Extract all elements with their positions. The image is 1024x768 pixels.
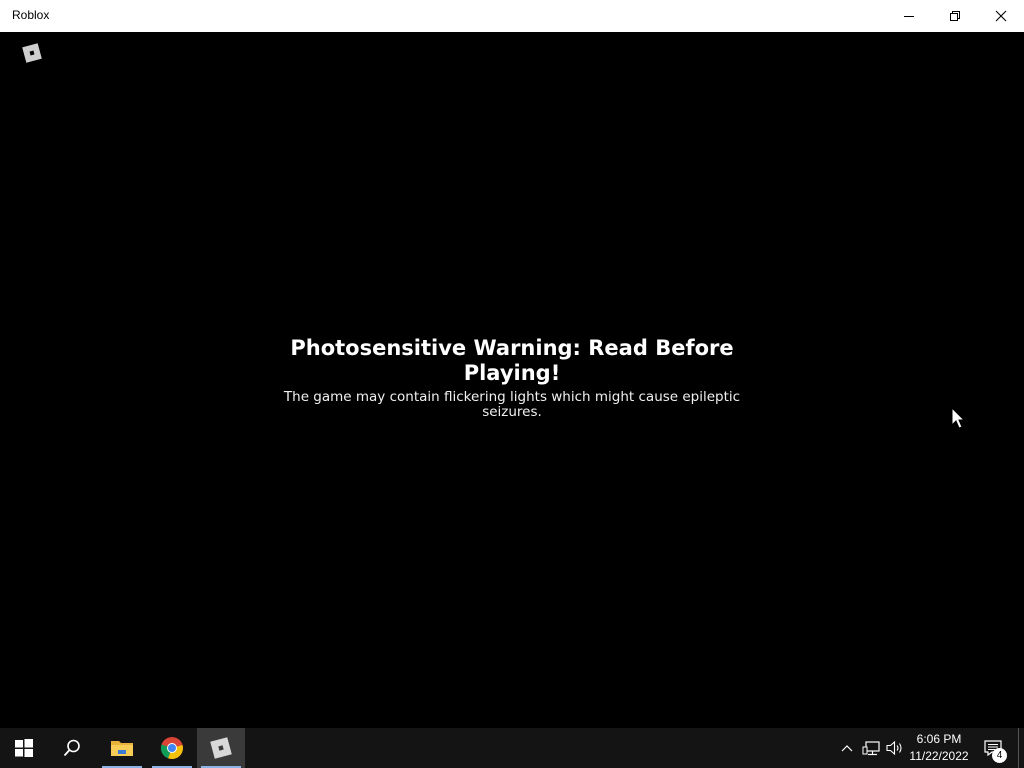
warning-headline: Photosensitive Warning: Read Before Play…: [290, 336, 734, 385]
warning-body: The game may contain flickering lights w…: [283, 389, 741, 420]
search-button[interactable]: [48, 728, 96, 768]
notification-count-badge: 4: [992, 748, 1007, 763]
volume-button[interactable]: [884, 728, 906, 768]
window-titlebar[interactable]: Roblox: [0, 0, 1024, 32]
close-icon: [995, 10, 1007, 22]
show-hidden-icons-button[interactable]: [836, 728, 858, 768]
search-icon: [63, 739, 80, 757]
minimize-button[interactable]: [886, 0, 932, 32]
chevron-up-icon: [841, 745, 853, 752]
minimize-icon: [904, 16, 914, 17]
taskbar-chrome[interactable]: [148, 728, 196, 768]
taskbar: 6:06 PM 11/22/2022: [0, 728, 1024, 768]
chrome-icon: [160, 737, 183, 760]
network-icon: [862, 741, 880, 756]
action-center-button[interactable]: [978, 728, 1008, 768]
volume-icon: [886, 740, 902, 756]
clock-date: 11/22/2022: [909, 749, 969, 763]
taskbar-roblox[interactable]: [197, 728, 245, 768]
restore-button[interactable]: [932, 0, 978, 32]
network-button[interactable]: [860, 728, 882, 768]
close-button[interactable]: [978, 0, 1024, 32]
clock-time: 6:06 PM: [916, 732, 962, 746]
show-desktop-button[interactable]: [1018, 728, 1024, 768]
taskbar-file-explorer[interactable]: [98, 728, 146, 768]
photosensitive-warning: Photosensitive Warning: Read Before Play…: [262, 336, 762, 420]
restore-icon: [950, 11, 960, 21]
roblox-icon: [210, 737, 232, 759]
start-button[interactable]: [0, 728, 48, 768]
mouse-cursor-icon: [951, 407, 966, 429]
window-title: Roblox: [12, 8, 50, 22]
roblox-menu-icon[interactable]: [22, 43, 42, 63]
folder-icon: [111, 741, 133, 756]
taskbar-clock[interactable]: 6:06 PM 11/22/2022: [906, 731, 972, 765]
windows-icon: [15, 739, 33, 757]
